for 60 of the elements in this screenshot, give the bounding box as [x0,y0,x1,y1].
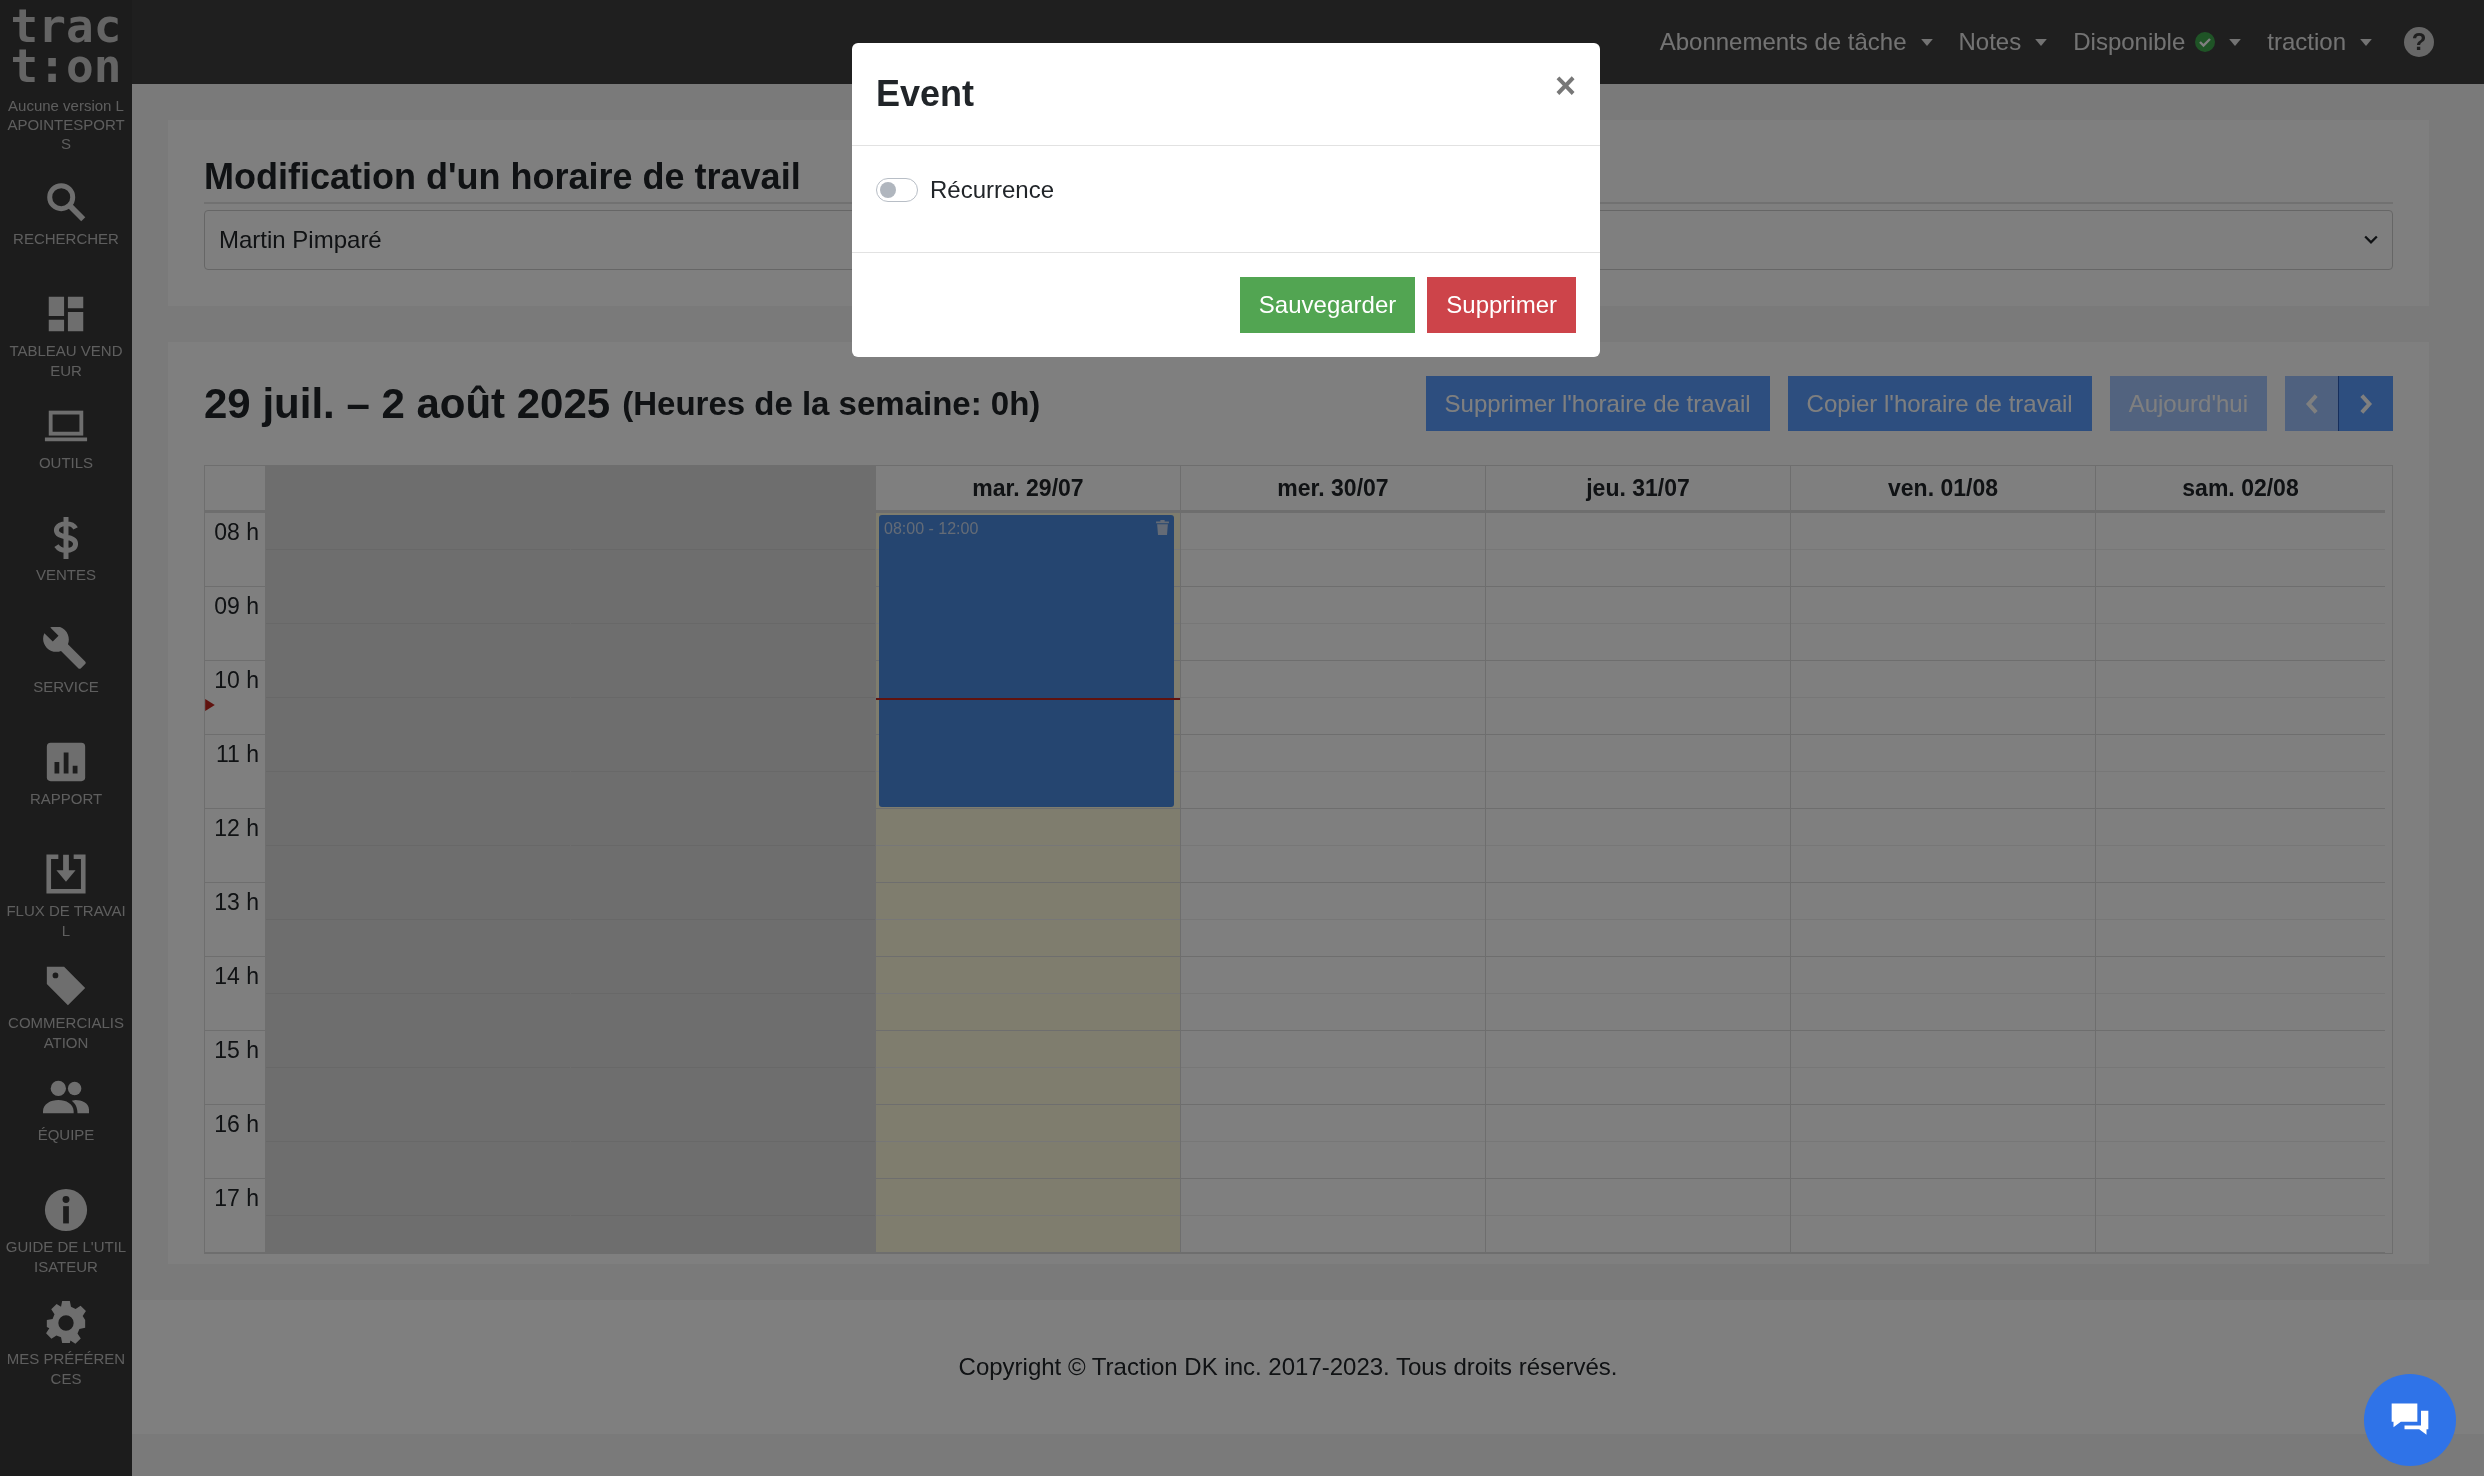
sidebar-item[interactable]: OUTILS [2,377,130,489]
recurrence-toggle[interactable] [876,178,918,202]
day-header: jeu. 31/07 [1586,474,1690,502]
sidebar-item[interactable]: COMMERCIALISATION [2,937,130,1049]
day-header: sam. 02/08 [2182,474,2299,502]
hour-label: 16 h [214,1111,259,1139]
nav-menu[interactable]: Abonnements de tâche [1659,28,1933,56]
nav-menu[interactable]: traction [2267,28,2372,56]
calendar-event[interactable]: 08:00 - 12:00 [879,515,1174,807]
hour-label: 15 h [214,1037,259,1065]
sidebar-item[interactable]: SERVICE [2,601,130,713]
copyright-text: Copyright © Traction DK inc. 2017-2023. Tous droits réservés. [958,1353,1618,1381]
time-indicator-icon [205,699,215,711]
week-range: 29 juil. – 2 août 2025 [204,379,611,428]
dialog-title: Event [876,73,975,115]
sidebar-item[interactable]: RAPPORT [2,713,130,825]
dialog-button[interactable]: Supprimer [1427,277,1576,333]
day-header: mar. 29/07 [972,474,1084,502]
day-header: ven. 01/08 [1888,474,1998,502]
sidebar-item[interactable]: GUIDE DE L'UTILISATEUR [2,1161,130,1273]
dialog-button[interactable]: Sauvegarder [1239,277,1416,333]
check-circle-icon [2195,32,2216,52]
caret-icon [2035,38,2048,46]
logo[interactable]: trac t:on [10,0,122,86]
chevron-down-icon [2364,235,2378,245]
hour-label: 11 h [215,741,259,769]
previous-button[interactable] [2285,376,2339,431]
caret-icon [2229,38,2242,46]
version-note: Aucune version LAPOINTESPORTS [6,96,126,153]
day-header: mer. 30/07 [1277,474,1389,502]
settings-icon [43,1299,89,1345]
chevron-left-icon [2304,393,2319,414]
sidebar-item[interactable]: TABLEAU VENDEUR [2,265,130,377]
download-tray-icon [43,851,89,897]
sidebar-item[interactable]: MES PRÉFÉRENCES [2,1273,130,1385]
hour-label: 10 h [214,667,259,695]
sidebar-item[interactable]: RECHERCHER [2,153,130,265]
nav-menu[interactable]: Notes [1958,28,2048,56]
help-button[interactable]: ? [2404,27,2434,57]
hour-label: 08 h [214,519,259,547]
calendar-button[interactable]: Supprimer l'horaire de travail [1425,376,1770,431]
trash-icon[interactable] [1156,520,1169,535]
week-hours: (Heures de la semaine: 0h) [622,384,1041,423]
hour-label: 17 h [214,1185,259,1213]
sidebar-item[interactable]: FLUX DE TRAVAIL [2,825,130,937]
caret-icon [2360,38,2372,46]
hour-label: 12 h [214,815,259,843]
hour-label: 13 h [214,889,259,917]
calendar-button[interactable]: Copier l'horaire de travail [1787,376,2092,431]
caret-icon [1920,38,1933,46]
next-button[interactable] [2339,376,2393,431]
info-icon [43,1187,89,1233]
toggle-label: Récurrence [930,176,1055,204]
sidebar-item[interactable]: ÉQUIPE [2,1049,130,1161]
sidebar-item[interactable]: VENTES [2,489,130,601]
nav-menu[interactable]: Disponible [2073,28,2242,56]
hour-label: 14 h [214,963,259,991]
hour-label: 09 h [214,593,259,621]
chevron-right-icon [2359,393,2373,414]
close-button[interactable]: × [1554,68,1576,104]
